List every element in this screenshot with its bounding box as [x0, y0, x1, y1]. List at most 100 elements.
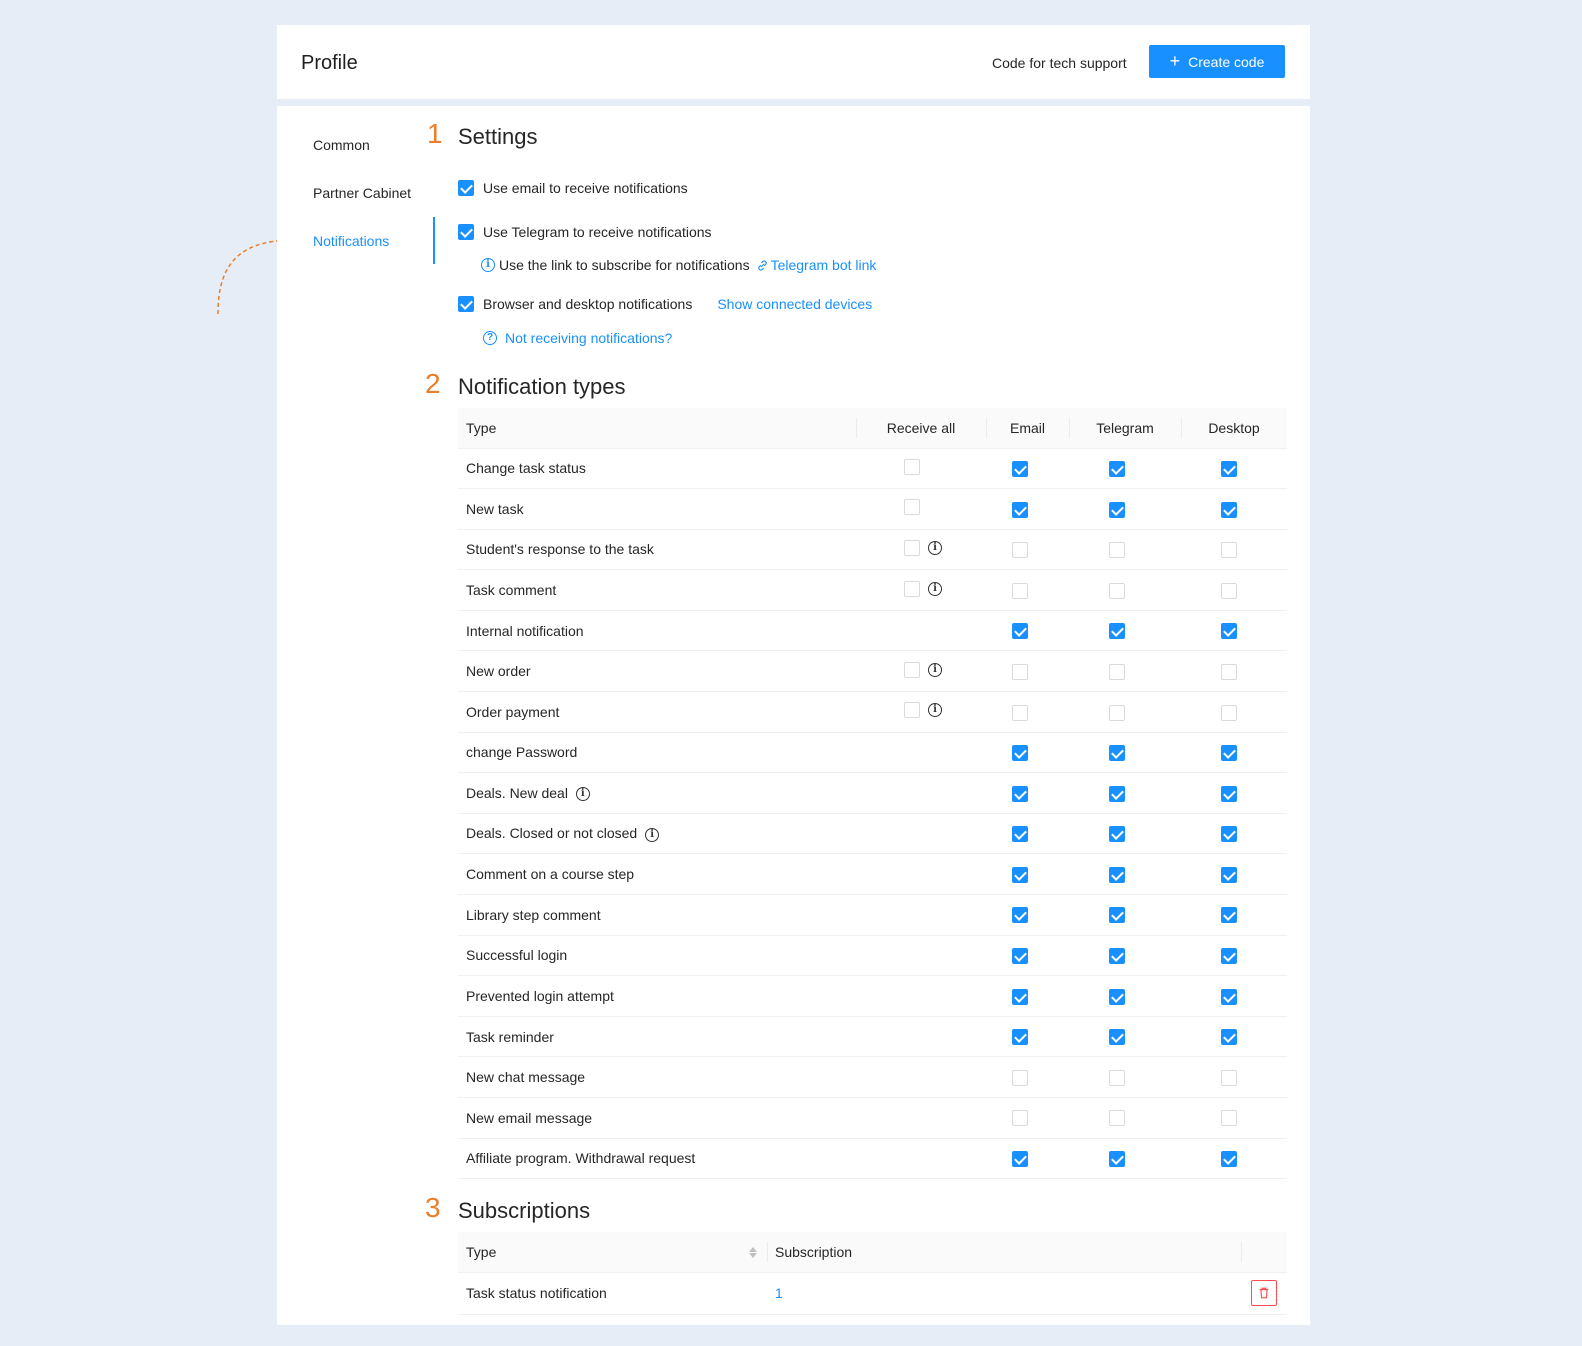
info-icon[interactable]: i — [645, 827, 660, 842]
telegram-notifications-checkbox[interactable] — [458, 224, 474, 240]
subscription-link[interactable]: 1 — [767, 1272, 1241, 1315]
telegram-checkbox[interactable] — [1109, 866, 1125, 883]
delete-button[interactable] — [1251, 1280, 1277, 1306]
nav-item-notifications[interactable]: Notifications — [313, 233, 389, 249]
desktop-checkbox[interactable] — [1221, 907, 1237, 924]
table-row: Task comment i — [458, 569, 1287, 611]
receive-all-checkbox[interactable] — [904, 580, 920, 597]
email-checkbox[interactable] — [1011, 663, 1028, 680]
browser-notifications-label: Browser and desktop notifications — [483, 296, 693, 312]
email-checkbox[interactable] — [1011, 988, 1028, 1005]
nav-item-common[interactable]: Common — [313, 137, 370, 153]
email-checkbox[interactable] — [1011, 826, 1028, 843]
receive-all-checkbox[interactable] — [904, 458, 920, 475]
telegram-checkbox[interactable] — [1109, 460, 1125, 477]
notification-type-label: New task — [466, 500, 524, 517]
browser-notifications-checkbox[interactable] — [458, 296, 474, 312]
telegram-checkbox[interactable] — [1109, 826, 1125, 843]
email-checkbox[interactable] — [1011, 1110, 1028, 1127]
email-checkbox[interactable] — [1011, 704, 1028, 721]
telegram-checkbox[interactable] — [1109, 907, 1125, 924]
col-header-subscription: Subscription — [767, 1232, 1241, 1273]
desktop-checkbox[interactable] — [1221, 745, 1237, 762]
not-receiving-link[interactable]: ? Not receiving notifications? — [483, 330, 672, 346]
desktop-checkbox[interactable] — [1221, 826, 1237, 843]
desktop-checkbox[interactable] — [1221, 704, 1237, 721]
info-icon[interactable]: i — [928, 703, 942, 718]
email-checkbox[interactable] — [1011, 1151, 1028, 1168]
desktop-checkbox[interactable] — [1221, 1069, 1237, 1086]
sort-icon[interactable] — [749, 1246, 757, 1258]
desktop-checkbox[interactable] — [1221, 623, 1237, 640]
email-checkbox[interactable] — [1011, 907, 1028, 924]
desktop-checkbox[interactable] — [1221, 501, 1237, 518]
info-icon[interactable]: i — [575, 787, 590, 802]
email-notifications-label: Use email to receive notifications — [483, 180, 688, 196]
telegram-checkbox[interactable] — [1109, 1110, 1125, 1127]
email-notifications-option[interactable]: Use email to receive notifications — [458, 180, 688, 196]
telegram-checkbox[interactable] — [1109, 745, 1125, 762]
telegram-bot-link[interactable]: Telegram bot link — [756, 257, 876, 273]
telegram-checkbox[interactable] — [1109, 988, 1125, 1005]
telegram-checkbox[interactable] — [1109, 542, 1125, 559]
notification-type-label: Internal notification — [466, 622, 584, 639]
receive-all-checkbox[interactable] — [904, 499, 920, 516]
telegram-checkbox[interactable] — [1109, 948, 1125, 965]
telegram-checkbox[interactable] — [1109, 785, 1125, 802]
telegram-checkbox[interactable] — [1109, 501, 1125, 518]
col-header-sub-type[interactable]: Type — [458, 1232, 767, 1273]
desktop-checkbox[interactable] — [1221, 542, 1237, 559]
telegram-checkbox[interactable] — [1109, 663, 1125, 680]
email-checkbox[interactable] — [1011, 582, 1028, 599]
table-row: Affiliate program. Withdrawal request — [458, 1138, 1287, 1180]
desktop-checkbox[interactable] — [1221, 1110, 1237, 1127]
create-code-button[interactable]: + Create code — [1149, 45, 1285, 78]
email-notifications-checkbox[interactable] — [458, 180, 474, 196]
nav-item-partner-cabinet[interactable]: Partner Cabinet — [313, 185, 411, 201]
telegram-notifications-option[interactable]: Use Telegram to receive notifications — [458, 224, 712, 240]
receive-all-checkbox[interactable] — [904, 539, 920, 556]
desktop-checkbox[interactable] — [1221, 988, 1237, 1005]
notification-type-label: Successful login — [466, 947, 568, 964]
email-checkbox[interactable] — [1011, 785, 1028, 802]
telegram-checkbox[interactable] — [1109, 582, 1125, 599]
desktop-checkbox[interactable] — [1221, 1029, 1237, 1046]
email-checkbox[interactable] — [1011, 1029, 1028, 1046]
browser-notifications-option[interactable]: Browser and desktop notifications Show c… — [458, 296, 872, 312]
receive-all-checkbox[interactable] — [904, 661, 920, 678]
receive-all-checkbox[interactable] — [904, 702, 920, 719]
email-checkbox[interactable] — [1011, 745, 1028, 762]
link-icon — [757, 259, 767, 271]
desktop-checkbox[interactable] — [1221, 948, 1237, 965]
notification-type-cell: Deals. New deal i — [458, 772, 856, 814]
desktop-checkbox[interactable] — [1221, 866, 1237, 883]
telegram-checkbox[interactable] — [1109, 1069, 1125, 1086]
email-checkbox[interactable] — [1011, 948, 1028, 965]
notification-type-cell: Task comment — [458, 569, 856, 611]
notification-type-label: Student's response to the task — [466, 541, 654, 558]
page-header: Profile Code for tech support + Create c… — [277, 25, 1310, 99]
telegram-checkbox[interactable] — [1109, 704, 1125, 721]
desktop-checkbox[interactable] — [1221, 460, 1237, 477]
desktop-checkbox[interactable] — [1221, 785, 1237, 802]
info-icon[interactable]: i — [928, 662, 942, 677]
email-checkbox[interactable] — [1011, 1069, 1028, 1086]
telegram-checkbox[interactable] — [1109, 623, 1125, 640]
table-header-row: Type Subscription — [458, 1232, 1287, 1273]
telegram-checkbox[interactable] — [1109, 1151, 1125, 1168]
notification-type-cell: Comment on a course step — [458, 853, 856, 896]
email-checkbox[interactable] — [1011, 501, 1028, 518]
email-checkbox[interactable] — [1011, 623, 1028, 640]
desktop-checkbox[interactable] — [1221, 582, 1237, 599]
info-icon[interactable]: i — [928, 581, 942, 596]
telegram-checkbox[interactable] — [1109, 1029, 1125, 1046]
notification-type-label: Comment on a course step — [466, 866, 635, 883]
info-icon[interactable]: i — [928, 540, 942, 555]
desktop-checkbox[interactable] — [1221, 663, 1237, 680]
show-connected-devices-link[interactable]: Show connected devices — [717, 296, 872, 312]
email-checkbox[interactable] — [1011, 866, 1028, 883]
desktop-checkbox[interactable] — [1221, 1151, 1237, 1168]
email-checkbox[interactable] — [1011, 460, 1028, 477]
email-checkbox[interactable] — [1011, 542, 1028, 559]
notification-type-cell: change Password — [458, 732, 856, 774]
